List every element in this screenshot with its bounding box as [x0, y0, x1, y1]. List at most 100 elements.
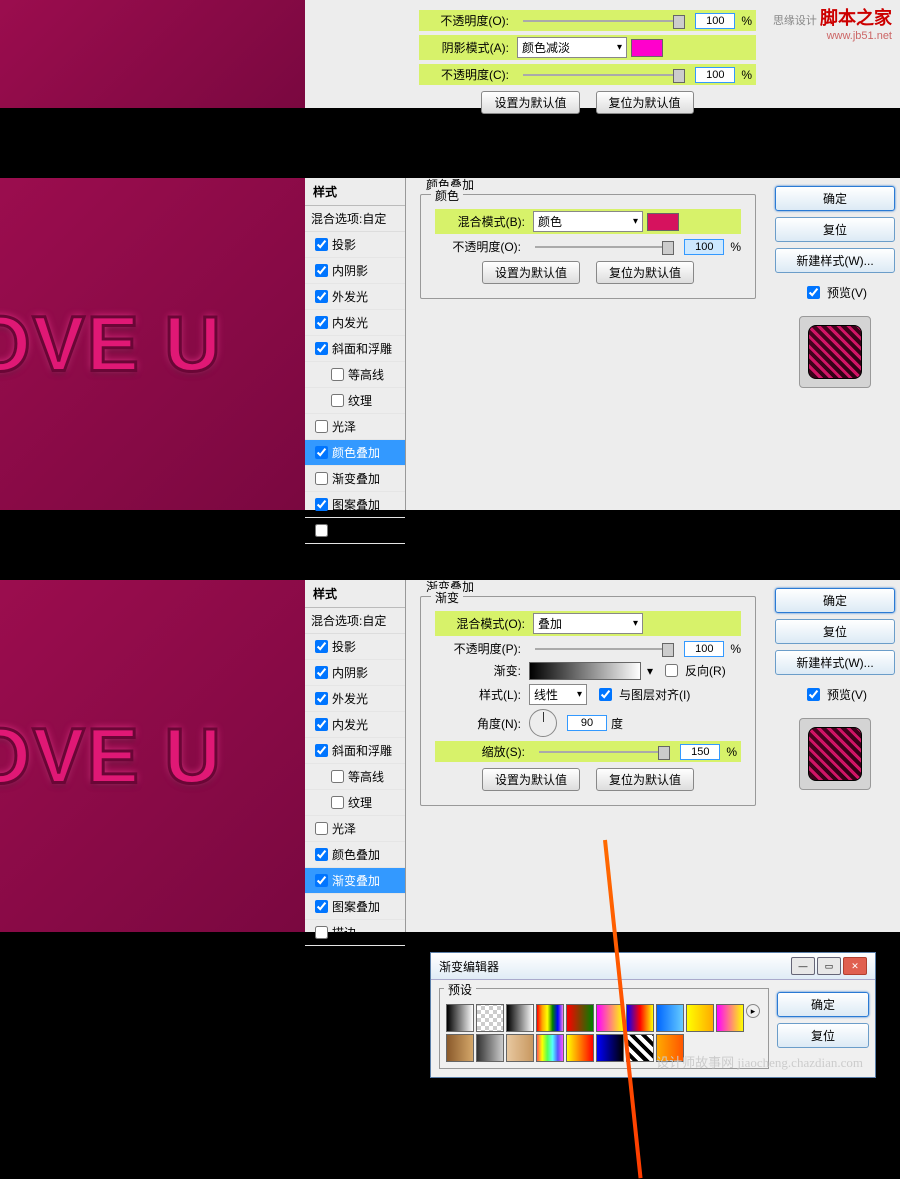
opacity-slider[interactable]: [523, 20, 685, 22]
style-item-外发光[interactable]: 外发光: [305, 686, 405, 712]
preview-checkbox[interactable]: [807, 286, 820, 299]
angle-value[interactable]: 90: [567, 715, 607, 731]
set-default-button[interactable]: 设置为默认值: [481, 91, 579, 114]
preview-checkbox[interactable]: [807, 688, 820, 701]
opacity-c-slider[interactable]: [523, 74, 685, 76]
opacity-slider[interactable]: [535, 246, 674, 248]
style-item-斜面和浮雕[interactable]: 斜面和浮雕: [305, 336, 405, 362]
set-default-button[interactable]: 设置为默认值: [482, 768, 580, 791]
style-item-内发光[interactable]: 内发光: [305, 310, 405, 336]
style-checkbox[interactable]: [315, 524, 328, 537]
gradient-preset[interactable]: [506, 1034, 534, 1062]
style-checkbox[interactable]: [315, 472, 328, 485]
gradient-preset[interactable]: [596, 1004, 624, 1032]
style-checkbox[interactable]: [315, 446, 328, 459]
opacity-slider[interactable]: [535, 648, 674, 650]
style-checkbox[interactable]: [331, 368, 344, 381]
gradient-preset[interactable]: [446, 1004, 474, 1032]
style-item-光泽[interactable]: 光泽: [305, 816, 405, 842]
blend-options[interactable]: 混合选项:自定: [305, 206, 405, 232]
reset-default-button[interactable]: 复位为默认值: [596, 91, 694, 114]
style-checkbox[interactable]: [315, 900, 328, 913]
gradient-preset[interactable]: [626, 1004, 654, 1032]
style-checkbox[interactable]: [315, 666, 328, 679]
gradient-preset[interactable]: [716, 1004, 744, 1032]
style-item-投影[interactable]: 投影: [305, 232, 405, 258]
ok-button[interactable]: 确定: [777, 992, 869, 1017]
style-checkbox[interactable]: [315, 420, 328, 433]
opacity-value[interactable]: 100: [695, 13, 735, 29]
style-checkbox[interactable]: [315, 316, 328, 329]
blend-mode-select[interactable]: 叠加: [533, 613, 643, 634]
style-item-图案叠加[interactable]: 图案叠加: [305, 894, 405, 920]
style-item-渐变叠加[interactable]: 渐变叠加: [305, 868, 405, 894]
maximize-icon[interactable]: ▭: [817, 957, 841, 975]
style-checkbox[interactable]: [315, 264, 328, 277]
style-checkbox[interactable]: [331, 770, 344, 783]
gradient-preset[interactable]: [476, 1034, 504, 1062]
gradient-picker[interactable]: [529, 662, 641, 680]
gradient-preset[interactable]: [536, 1004, 564, 1032]
ok-button[interactable]: 确定: [775, 186, 895, 211]
style-checkbox[interactable]: [331, 796, 344, 809]
align-checkbox[interactable]: [599, 688, 612, 701]
gradient-preset[interactable]: [476, 1004, 504, 1032]
preset-menu-icon[interactable]: ▸: [746, 1004, 760, 1018]
style-item-等高线[interactable]: 等高线: [305, 764, 405, 790]
style-select[interactable]: 线性: [529, 684, 587, 705]
gradient-preset[interactable]: [536, 1034, 564, 1062]
window-titlebar[interactable]: 渐变编辑器 — ▭ ✕: [431, 953, 875, 980]
cancel-button[interactable]: 复位: [775, 217, 895, 242]
opacity-c-value[interactable]: 100: [695, 67, 735, 83]
style-checkbox[interactable]: [315, 718, 328, 731]
style-checkbox[interactable]: [315, 822, 328, 835]
gradient-preset[interactable]: [596, 1034, 624, 1062]
style-checkbox[interactable]: [315, 640, 328, 653]
style-item-描边[interactable]: 描边: [305, 518, 405, 544]
close-icon[interactable]: ✕: [843, 957, 867, 975]
shadow-color-swatch[interactable]: [631, 39, 663, 57]
opacity-value[interactable]: 100: [684, 239, 724, 255]
style-item-渐变叠加[interactable]: 渐变叠加: [305, 466, 405, 492]
new-style-button[interactable]: 新建样式(W)...: [775, 650, 895, 675]
style-item-内阴影[interactable]: 内阴影: [305, 258, 405, 284]
style-item-外发光[interactable]: 外发光: [305, 284, 405, 310]
blend-mode-select[interactable]: 颜色: [533, 211, 643, 232]
gradient-preset[interactable]: [626, 1034, 654, 1062]
gradient-preset[interactable]: [566, 1004, 594, 1032]
gradient-preset[interactable]: [506, 1004, 534, 1032]
style-item-颜色叠加[interactable]: 颜色叠加: [305, 842, 405, 868]
ok-button[interactable]: 确定: [775, 588, 895, 613]
style-item-等高线[interactable]: 等高线: [305, 362, 405, 388]
style-checkbox[interactable]: [315, 744, 328, 757]
style-item-光泽[interactable]: 光泽: [305, 414, 405, 440]
style-checkbox[interactable]: [315, 692, 328, 705]
reset-default-button[interactable]: 复位为默认值: [596, 768, 694, 791]
style-checkbox[interactable]: [315, 498, 328, 511]
new-style-button[interactable]: 新建样式(W)...: [775, 248, 895, 273]
blend-options[interactable]: 混合选项:自定: [305, 608, 405, 634]
scale-slider[interactable]: [539, 751, 670, 753]
style-item-投影[interactable]: 投影: [305, 634, 405, 660]
style-checkbox[interactable]: [315, 342, 328, 355]
style-item-斜面和浮雕[interactable]: 斜面和浮雕: [305, 738, 405, 764]
set-default-button[interactable]: 设置为默认值: [482, 261, 580, 284]
reset-button[interactable]: 复位: [777, 1023, 869, 1048]
style-item-内阴影[interactable]: 内阴影: [305, 660, 405, 686]
gradient-preset[interactable]: [656, 1004, 684, 1032]
scale-value[interactable]: 150: [680, 744, 720, 760]
opacity-value[interactable]: 100: [684, 641, 724, 657]
minimize-icon[interactable]: —: [791, 957, 815, 975]
style-item-内发光[interactable]: 内发光: [305, 712, 405, 738]
shadow-mode-select[interactable]: 颜色减淡: [517, 37, 627, 58]
gradient-preset[interactable]: [446, 1034, 474, 1062]
style-item-描边[interactable]: 描边: [305, 920, 405, 946]
cancel-button[interactable]: 复位: [775, 619, 895, 644]
style-item-纹理[interactable]: 纹理: [305, 388, 405, 414]
style-checkbox[interactable]: [315, 874, 328, 887]
gradient-preset[interactable]: [566, 1034, 594, 1062]
style-checkbox[interactable]: [331, 394, 344, 407]
style-checkbox[interactable]: [315, 848, 328, 861]
style-item-纹理[interactable]: 纹理: [305, 790, 405, 816]
gradient-preset[interactable]: [686, 1004, 714, 1032]
